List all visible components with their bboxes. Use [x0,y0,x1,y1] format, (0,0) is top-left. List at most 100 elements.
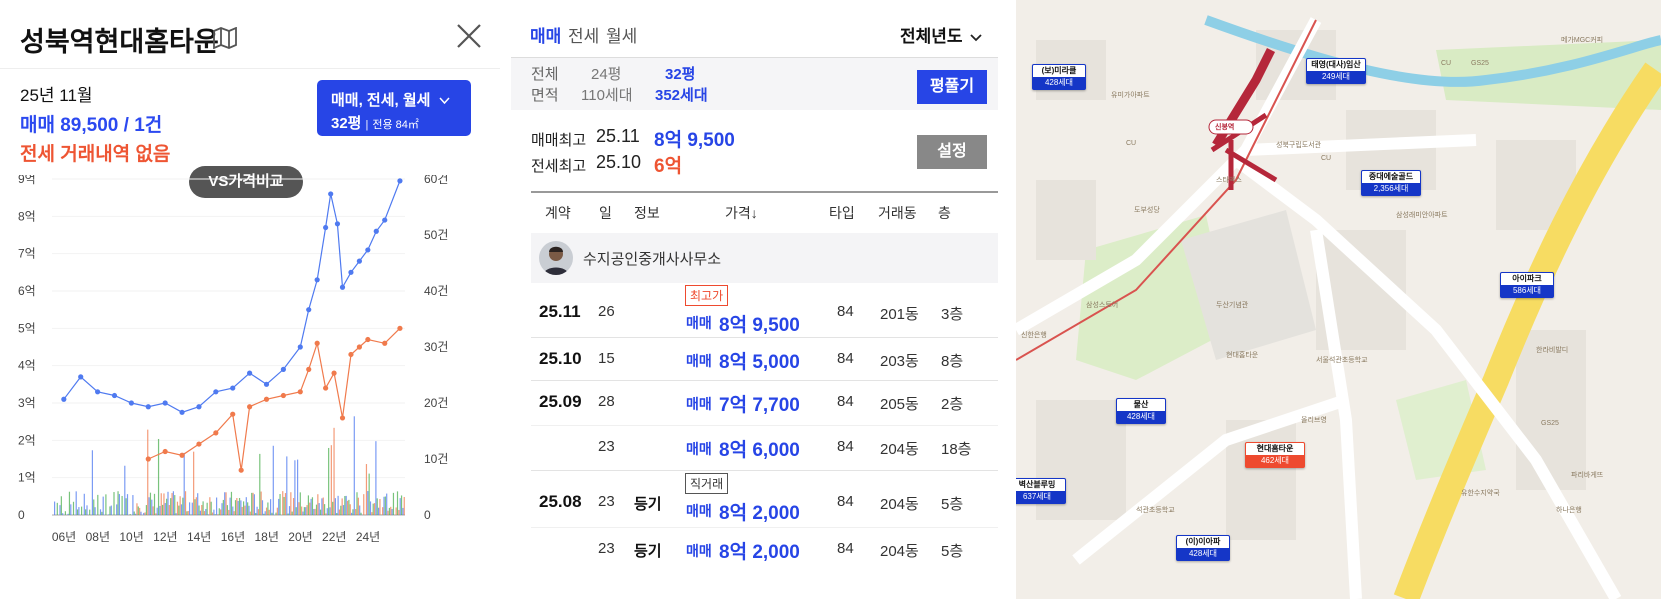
data-point [179,409,185,415]
volume-bar [265,507,268,515]
volume-bar [325,513,327,515]
agent-name: 수지공인중개사사무소 [583,251,722,268]
row-dong: 203동 [880,353,919,370]
volume-bar [228,509,230,515]
volume-bar [175,513,177,515]
map-label[interactable]: 삼성스토어 [1086,300,1118,310]
volume-bar [301,506,303,515]
map-label[interactable]: 하나은행 [1556,505,1582,515]
map-label[interactable]: CU [1441,60,1451,67]
volume-bar [72,501,75,515]
table-row[interactable]: 25.09 28 매매 7억 7,700 84 205동 2층 [531,381,998,426]
table-row[interactable]: 23 등기 매매 8억 2,000 84 204동 5층 [531,528,998,572]
volume-bar [270,499,272,515]
volume-bar [299,492,301,515]
station-label[interactable]: 신봉역 [1215,122,1234,132]
row-info: 등기 [634,496,662,513]
complex-marker[interactable]: (보)미라클 428세대 [1032,64,1086,90]
volume-bar [349,504,351,515]
year-select[interactable]: 전체년도 [900,22,982,47]
table-row[interactable]: 25.10 15 매매 8억 5,000 84 203동 8층 [531,338,998,381]
area-32[interactable]: 32평 [665,63,696,84]
map-label[interactable]: 신한은행 [1021,330,1047,340]
volume-bar [152,506,154,515]
map-view[interactable]: 신봉역 CU CU 스타벅스 도부성당 삼성스토어 두산기념관 현대홈타운 신한… [1016,0,1661,599]
volume-bar [391,509,393,515]
map-label[interactable]: GS25 [1541,420,1559,427]
volume-bar [241,506,243,515]
volume-bar [340,505,342,515]
max-sale-date: 25.11 [596,126,640,146]
complex-marker[interactable]: 벽산블루밍 637세대 [1016,478,1066,504]
map-label[interactable]: 파리바게뜨 [1571,470,1603,480]
volume-bar [149,492,152,515]
map-label[interactable]: 올리브영 [1301,415,1327,425]
data-point [213,430,219,436]
volume-bar [240,500,242,515]
table-row[interactable]: 25.08 23 등기 직거래 매매 8억 2,000 84 204동 5층 [531,471,998,528]
y2-tick-label: 0 [424,508,431,522]
volume-bar [133,511,135,515]
volume-bar [375,441,377,515]
close-icon[interactable] [455,22,483,50]
volume-bar [172,491,174,515]
volume-bar [253,494,255,515]
map-label[interactable]: 유미가아파트 [1111,90,1150,100]
settings-button[interactable]: 설정 [917,135,987,169]
series-line [63,180,401,413]
map-icon[interactable] [212,27,238,49]
map-label[interactable]: 유한수지약국 [1461,488,1500,498]
map-label[interactable]: 스타벅스 [1216,175,1242,185]
map-label[interactable]: 석관초등학교 [1136,505,1175,515]
area-32-households: 352세대 [655,87,708,104]
row-floor: 5층 [941,496,964,513]
volume-bar [144,512,146,515]
tab-sale[interactable]: 매매 [530,22,561,47]
volume-bar [117,491,119,515]
data-point [145,456,151,462]
row-kind: 매매 [686,353,712,369]
volume-bar [276,507,278,515]
complex-marker[interactable]: 물산 428세대 [1116,398,1166,424]
price-chart-panel: 성북역현대홈타운 25년 11월 매매 89,500 / 1건 전세 거래내역 … [0,0,500,599]
row-day: 23 [598,438,615,455]
table-row[interactable]: 25.11 26 최고가 매매 8억 9,500 84 201동 3층 [531,283,998,338]
col-price-sort[interactable]: 가격↓ [725,203,758,223]
map-label[interactable]: GS25 [1471,60,1489,67]
tab-jeonse[interactable]: 전세 [568,22,599,47]
map-label[interactable]: 성북구립도서관 [1276,140,1321,150]
complex-marker[interactable]: 태영(대사)임산 249세대 [1306,58,1366,84]
trade-filter-button[interactable]: 매매, 전세, 월세 32평 | 전용 84㎡ [317,80,471,136]
row-ym: 25.08 [539,492,582,511]
volume-bar [319,509,322,515]
map-label[interactable]: 서울석관초등학교 [1316,355,1368,365]
map-label[interactable]: 삼성래미안아파트 [1396,210,1448,220]
agent-row[interactable]: 수지공인중개사사무소 [531,233,998,283]
volume-bar [238,497,241,515]
complex-marker-active[interactable]: 현대홈타운 462세대 [1245,442,1305,468]
area-24[interactable]: 24평 [591,63,622,84]
data-point [280,392,286,399]
row-dong: 204동 [880,441,919,458]
map-label[interactable]: 한라비발디 [1536,345,1568,355]
map-label[interactable]: 도부성당 [1134,205,1160,215]
map-label[interactable]: 메가MGC커피 [1561,35,1603,45]
map-label[interactable]: 두산기념관 [1216,300,1248,310]
complex-marker[interactable]: 중대에술골드 2,356세대 [1361,170,1421,196]
y-tick-label: 2억 [18,433,36,447]
volume-bar [248,505,250,515]
map-label[interactable]: CU [1126,140,1136,147]
volume-bar [288,506,291,515]
complex-marker[interactable]: (이)이아파 428세대 [1176,535,1230,561]
data-point [247,370,253,376]
volume-bar [108,514,110,515]
complex-marker[interactable]: 아이파크 586세대 [1500,272,1554,298]
volume-bar [234,500,237,515]
map-label[interactable]: 현대홈타운 [1226,350,1258,360]
volume-bar [329,507,331,515]
map-label[interactable]: CU [1321,155,1331,162]
pyeong-toggle-button[interactable]: 평풀기 [917,70,987,104]
volume-bar [386,493,388,515]
tab-monthly[interactable]: 월세 [606,22,637,47]
table-row[interactable]: 23 매매 8억 6,000 84 204동 18층 [531,426,998,471]
